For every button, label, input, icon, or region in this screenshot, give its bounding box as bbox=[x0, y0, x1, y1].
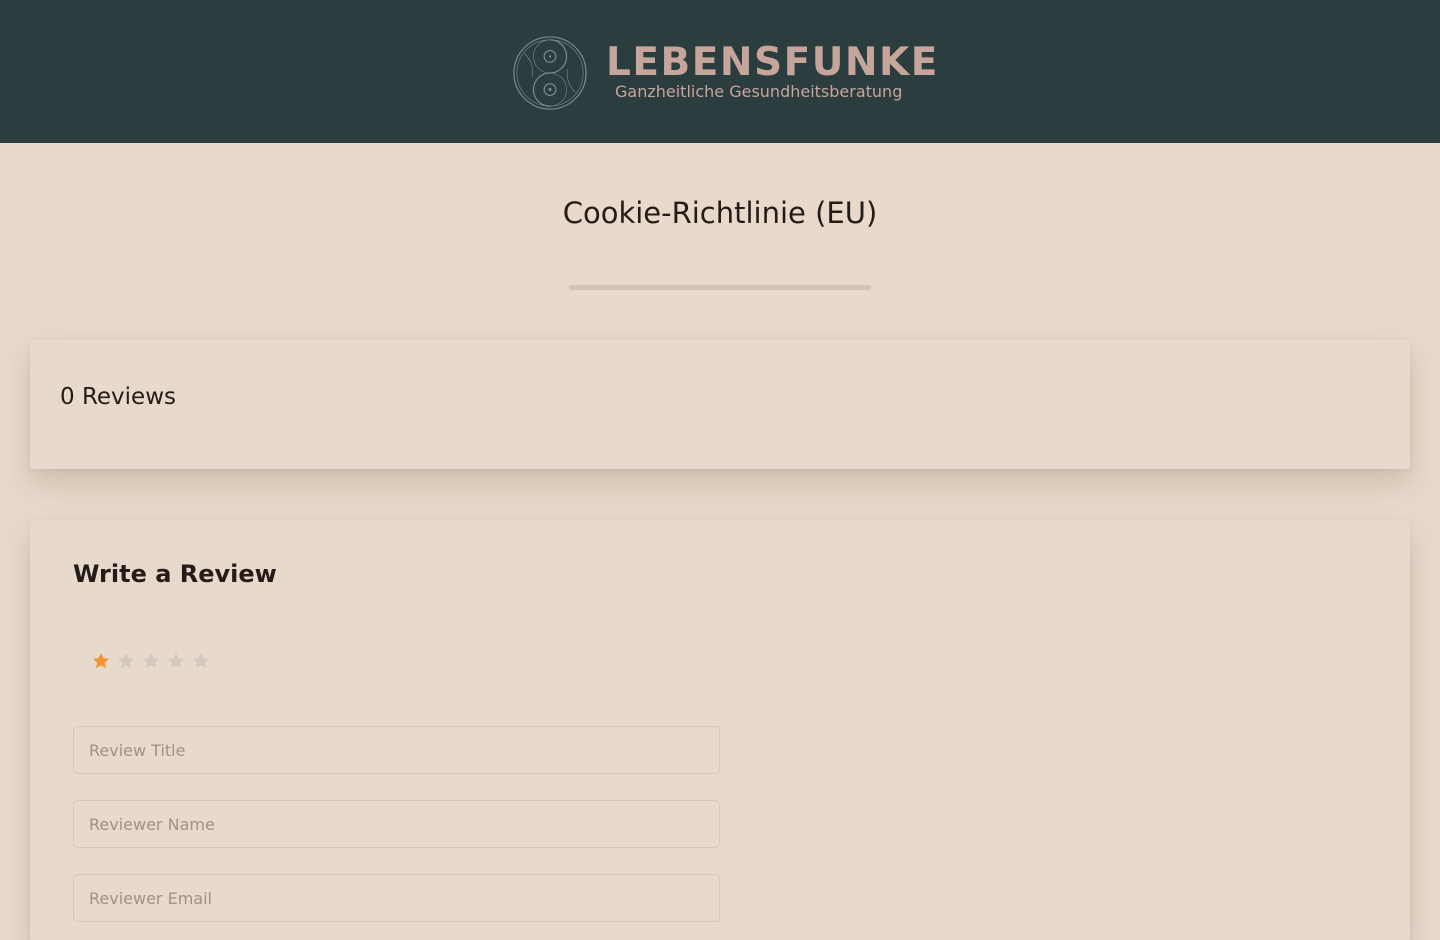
reviewer-name-input[interactable] bbox=[73, 800, 720, 848]
brand-tagline: Ganzheitliche Gesundheitsberatung bbox=[615, 82, 903, 101]
reviews-count: 0 Reviews bbox=[60, 384, 176, 410]
write-review-heading: Write a Review bbox=[73, 560, 277, 588]
star-3-icon[interactable] bbox=[140, 648, 162, 674]
star-1-icon[interactable] bbox=[90, 648, 112, 674]
star-4-icon[interactable] bbox=[165, 648, 187, 674]
star-5-icon[interactable] bbox=[190, 648, 212, 674]
site-header: LEBENSFUNKE Ganzheitliche Gesundheitsber… bbox=[0, 0, 1440, 143]
review-title-input[interactable] bbox=[73, 726, 720, 774]
reviewer-email-input[interactable] bbox=[73, 874, 720, 922]
title-divider bbox=[569, 285, 871, 290]
star-rating[interactable] bbox=[90, 648, 212, 674]
brand-name[interactable]: LEBENSFUNKE bbox=[606, 39, 937, 87]
page-title: Cookie-Richtlinie (EU) bbox=[562, 196, 878, 230]
reviews-summary-card: 0 Reviews bbox=[30, 340, 1410, 469]
write-review-card: Write a Review bbox=[30, 520, 1410, 940]
star-2-icon[interactable] bbox=[115, 648, 137, 674]
yin-yang-icon[interactable] bbox=[511, 34, 589, 112]
